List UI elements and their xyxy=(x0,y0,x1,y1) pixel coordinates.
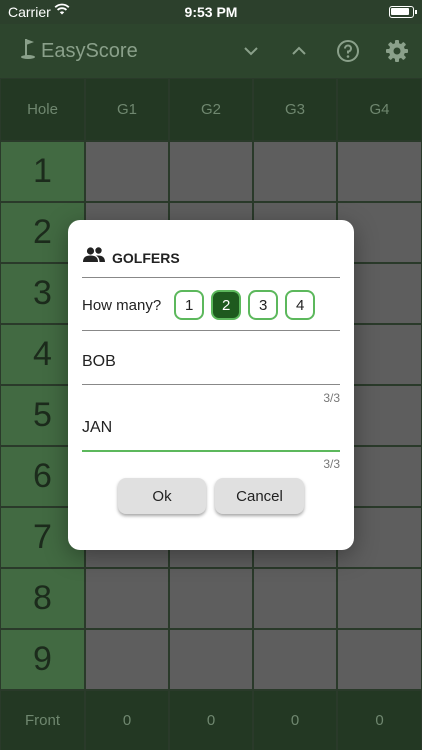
app-logo: EasyScore xyxy=(20,36,138,66)
score-cell[interactable] xyxy=(86,569,168,628)
app-bar: EasyScore xyxy=(0,24,422,78)
status-bar: Carrier 9:53 PM xyxy=(0,0,422,24)
settings-gear-icon[interactable] xyxy=(383,37,411,65)
dialog-title: GOLFERS xyxy=(112,249,180,266)
score-cell[interactable] xyxy=(86,142,168,201)
count-option-2[interactable]: 2 xyxy=(211,290,242,320)
divider xyxy=(82,330,340,331)
hole-number: 9 xyxy=(1,630,84,689)
score-cell[interactable] xyxy=(254,630,336,689)
score-cell[interactable] xyxy=(170,630,252,689)
score-cell[interactable] xyxy=(86,630,168,689)
chevron-up-icon[interactable] xyxy=(285,37,313,65)
score-cell[interactable] xyxy=(338,630,421,689)
front-total-value: 0 xyxy=(338,691,421,750)
how-many-label: How many? xyxy=(82,296,162,314)
count-option-1[interactable]: 1 xyxy=(174,290,205,320)
front-total-value: 0 xyxy=(86,691,168,750)
dialog-title-row: GOLFERS xyxy=(82,246,180,269)
golfer-count-row: How many? 1 2 3 4 xyxy=(82,290,322,320)
divider xyxy=(82,277,340,278)
score-cell[interactable] xyxy=(170,569,252,628)
front-total-value: 0 xyxy=(170,691,252,750)
golfer-column-header: G3 xyxy=(254,79,336,140)
score-cell[interactable] xyxy=(338,142,421,201)
battery-icon xyxy=(389,6,417,18)
golfer-2-char-counter: 3/3 xyxy=(323,457,340,471)
score-cell[interactable] xyxy=(254,142,336,201)
score-cell[interactable] xyxy=(170,142,252,201)
status-time: 9:53 PM xyxy=(184,4,238,20)
golfer-column-header: G4 xyxy=(338,79,421,140)
golfer-column-header: G1 xyxy=(86,79,168,140)
hole-number: 8 xyxy=(1,569,84,628)
app-title: EasyScore xyxy=(41,39,138,62)
ok-button[interactable]: Ok xyxy=(118,478,206,514)
golfer-1-name-field[interactable]: BOB xyxy=(82,353,340,385)
cancel-button[interactable]: Cancel xyxy=(215,478,304,514)
golfer-2-name-field[interactable]: JAN xyxy=(82,419,340,452)
count-option-4[interactable]: 4 xyxy=(285,290,316,320)
hole-column-header: Hole xyxy=(1,79,84,140)
people-group-icon xyxy=(82,246,106,269)
golf-flag-icon xyxy=(20,36,41,66)
front-total-label: Front xyxy=(1,691,84,750)
golfers-dialog: GOLFERS How many? 1 2 3 4 BOB 3/3 JAN 3/… xyxy=(68,220,354,550)
count-option-3[interactable]: 3 xyxy=(248,290,279,320)
chevron-down-icon[interactable] xyxy=(237,37,265,65)
golfer-1-char-counter: 3/3 xyxy=(323,391,340,405)
hole-number: 1 xyxy=(1,142,84,201)
front-total-value: 0 xyxy=(254,691,336,750)
help-icon[interactable] xyxy=(334,37,362,65)
score-cell[interactable] xyxy=(338,569,421,628)
golfer-column-header: G2 xyxy=(170,79,252,140)
score-cell[interactable] xyxy=(254,569,336,628)
